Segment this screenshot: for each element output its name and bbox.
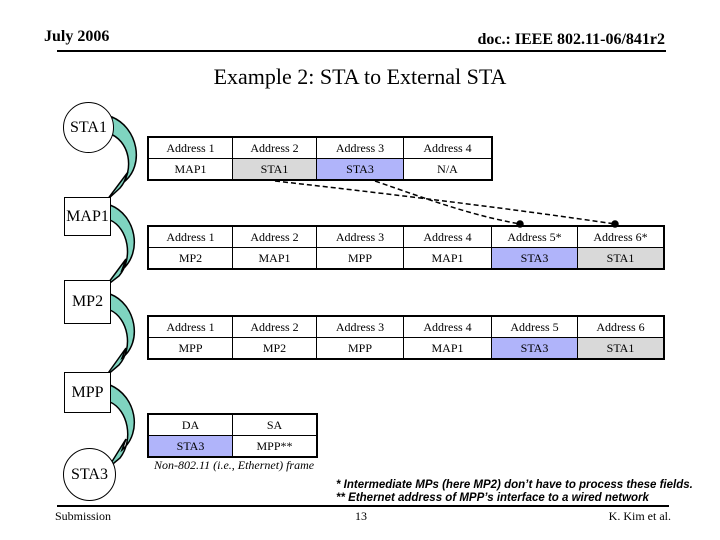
frame3-value-cell: MP2 xyxy=(232,337,317,360)
footer-divider xyxy=(57,505,669,507)
frame3-header-cell: Address 1 xyxy=(147,315,233,338)
frame2-value-cell: MPP xyxy=(316,247,404,270)
frame4-header-row: DA SA xyxy=(147,413,318,436)
frame2-header-cell: Address 5* xyxy=(491,225,578,248)
frame3-value-cell: MPP xyxy=(316,337,404,360)
frame3-value-row: MPP MP2 MPP MAP1 STA3 STA1 xyxy=(147,337,665,360)
frame1-table: Address 1 Address 2 Address 3 Address 4 … xyxy=(147,136,493,181)
frame2-header-cell: Address 6* xyxy=(577,225,665,248)
frame2-header-cell: Address 2 xyxy=(232,225,317,248)
frame2-header-cell: Address 4 xyxy=(403,225,492,248)
footnote-single-asterisk: * Intermediate MPs (here MP2) don’t have… xyxy=(336,479,693,491)
node-map1: MAP1 xyxy=(64,197,111,236)
frame3-value-cell: MAP1 xyxy=(403,337,492,360)
frame4-header-cell: SA xyxy=(232,413,318,436)
footer-submission: Submission xyxy=(55,509,112,523)
frame3-header-cell: Address 2 xyxy=(232,315,317,338)
frame1-value-cell: STA1 xyxy=(232,158,317,181)
frame1-value-row: MAP1 STA1 STA3 N/A xyxy=(147,158,493,181)
frame2-value-cell: STA3 xyxy=(491,247,578,270)
frame1-value-cell: N/A xyxy=(403,158,493,181)
frame2-value-cell: MP2 xyxy=(147,247,233,270)
frame2-header-row: Address 1 Address 2 Address 3 Address 4 … xyxy=(147,225,665,248)
frame4-header-cell: DA xyxy=(147,413,233,436)
frame3-header-cell: Address 4 xyxy=(403,315,492,338)
frame2-value-row: MP2 MAP1 MPP MAP1 STA3 STA1 xyxy=(147,247,665,270)
frame3-header-cell: Address 3 xyxy=(316,315,404,338)
frame1-header-cell: Address 4 xyxy=(403,136,493,159)
frame4-caption: Non-802.11 (i.e., Ethernet) frame xyxy=(154,458,315,472)
frame3-header-row: Address 1 Address 2 Address 3 Address 4 … xyxy=(147,315,665,338)
frame4-table: DA SA STA3 MPP** xyxy=(147,413,318,458)
frame1-header-cell: Address 2 xyxy=(232,136,317,159)
frame3-header-cell: Address 6 xyxy=(577,315,665,338)
dashed-link-sta3 xyxy=(374,180,524,228)
curved-arrow-icon xyxy=(107,383,136,469)
frame1-header-cell: Address 1 xyxy=(147,136,233,159)
frame4-value-row: STA3 MPP** xyxy=(147,435,318,458)
dashed-link-sta1 xyxy=(274,180,619,228)
frame1-header-cell: Address 3 xyxy=(316,136,404,159)
footer-author: K. Kim et al. xyxy=(608,509,671,523)
frame2-header-cell: Address 3 xyxy=(316,225,404,248)
node-mpp: MPP xyxy=(64,372,111,413)
frame3-value-cell: STA1 xyxy=(577,337,665,360)
frame1-value-cell: STA3 xyxy=(316,158,404,181)
footer-page-number: 13 xyxy=(355,509,367,523)
frame2-value-cell: MAP1 xyxy=(232,247,317,270)
frame3-value-cell: MPP xyxy=(147,337,233,360)
frame1-header-row: Address 1 Address 2 Address 3 Address 4 xyxy=(147,136,493,159)
frame4-value-cell: MPP** xyxy=(232,435,318,458)
frame3-header-cell: Address 5 xyxy=(491,315,578,338)
frame1-value-cell: MAP1 xyxy=(147,158,233,181)
frame2-value-cell: STA1 xyxy=(577,247,665,270)
frame3-value-cell: STA3 xyxy=(491,337,578,360)
node-sta3: STA3 xyxy=(63,448,116,501)
frame2-header-cell: Address 1 xyxy=(147,225,233,248)
frame2-table: Address 1 Address 2 Address 3 Address 4 … xyxy=(147,225,665,270)
node-mp2: MP2 xyxy=(64,280,111,324)
frame3-table: Address 1 Address 2 Address 3 Address 4 … xyxy=(147,315,665,360)
frame2-value-cell: MAP1 xyxy=(403,247,492,270)
node-sta1: STA1 xyxy=(63,102,114,153)
footnote-double-asterisk: ** Ethernet address of MPP’s interface t… xyxy=(336,492,649,504)
frame4-value-cell: STA3 xyxy=(147,435,233,458)
